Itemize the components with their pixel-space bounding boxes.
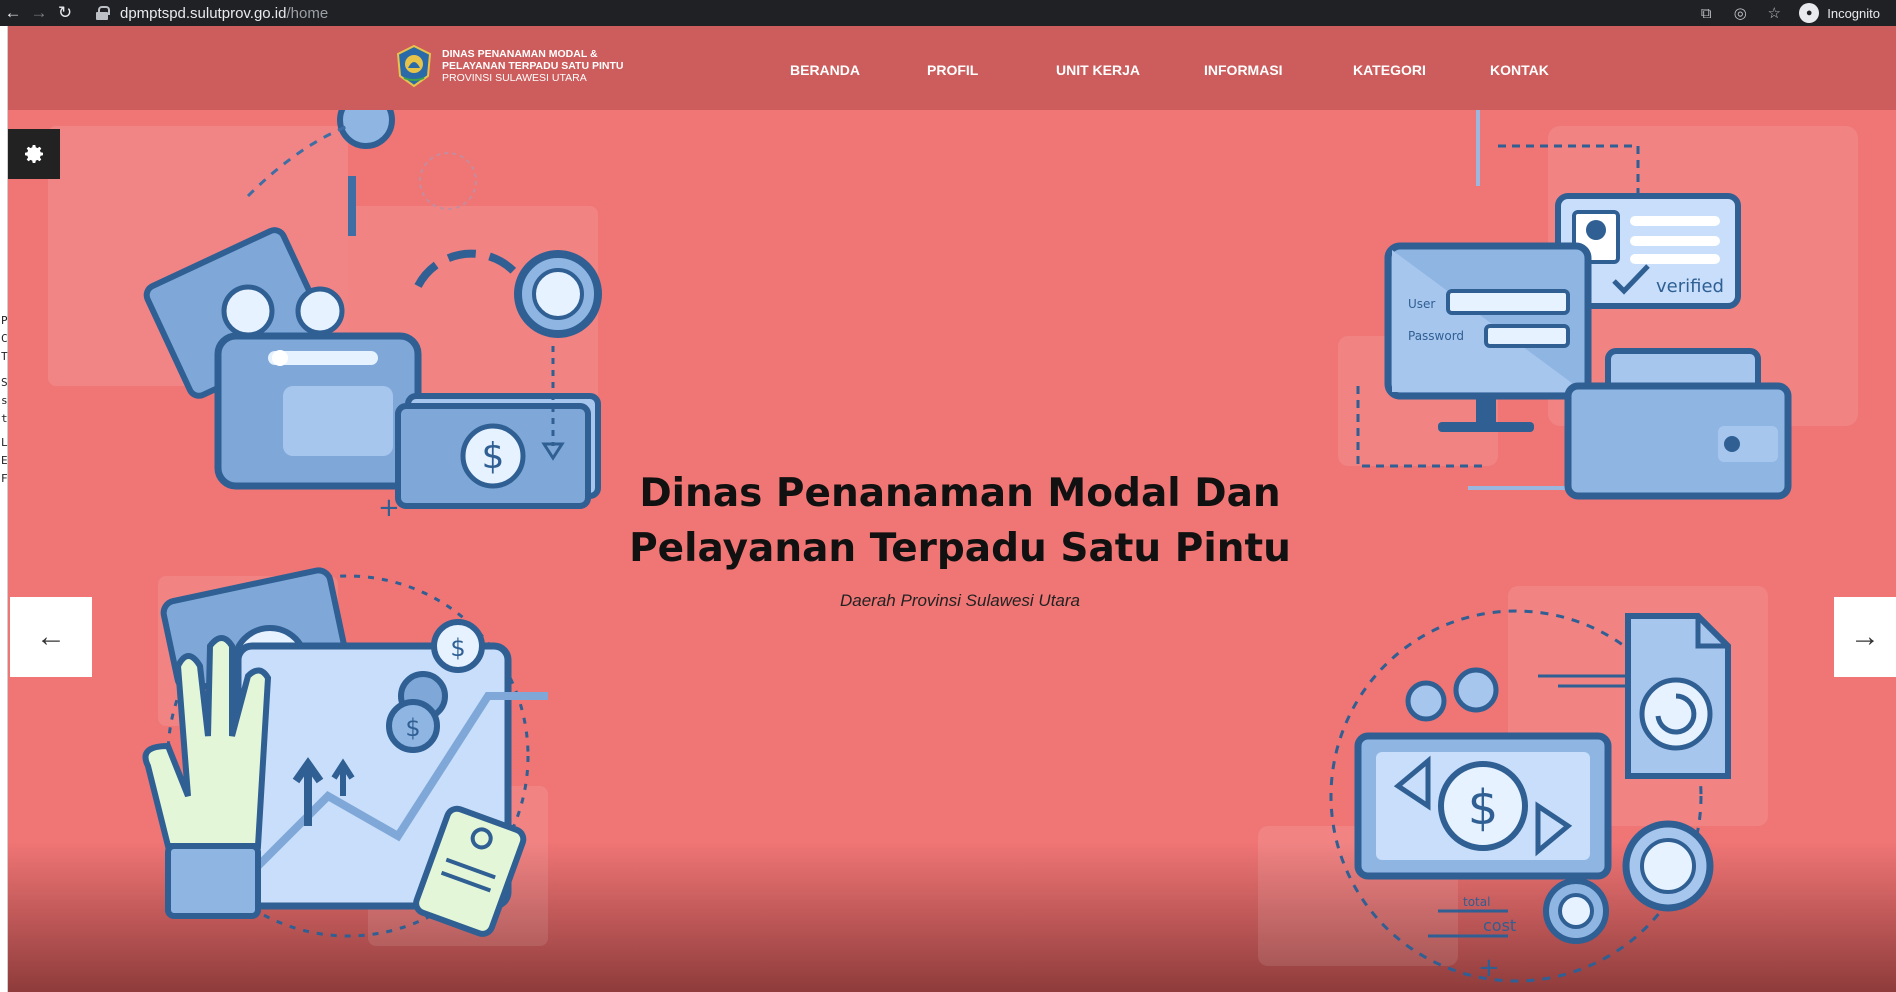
hero-title-line1: Dinas Penanaman Modal Dan bbox=[639, 471, 1281, 516]
forward-icon[interactable]: → bbox=[26, 0, 52, 26]
site-header: DINAS PENANAMAN MODAL & PELAYANAN TERPAD… bbox=[8, 26, 1896, 110]
url-path: /home bbox=[286, 4, 329, 22]
total-text: total bbox=[1463, 895, 1490, 909]
user-label: User bbox=[1408, 297, 1435, 311]
lock-icon bbox=[96, 6, 110, 20]
svg-text:+: + bbox=[1478, 953, 1500, 983]
svg-text:$: $ bbox=[405, 714, 420, 742]
cost-coins-illustration: $ total cost + bbox=[1258, 586, 1768, 983]
nav-kontak[interactable]: KONTAK bbox=[1490, 62, 1549, 78]
eye-off-icon[interactable]: ◎ bbox=[1731, 4, 1749, 22]
password-label: Password bbox=[1408, 329, 1464, 343]
back-icon[interactable]: ← bbox=[0, 0, 26, 26]
verified-text: verified bbox=[1656, 276, 1724, 297]
incognito-icon: ● bbox=[1799, 3, 1820, 23]
province-emblem-icon bbox=[396, 44, 432, 88]
brand-line2: PELAYANAN TERPADU SATU PINTU bbox=[442, 60, 624, 72]
svg-text:$: $ bbox=[450, 634, 465, 662]
brand-line3: PROVINSI SULAWESI UTARA bbox=[442, 72, 587, 84]
translate-icon[interactable]: ⧉ bbox=[1697, 5, 1715, 22]
slider-next-button[interactable]: → bbox=[1834, 597, 1896, 677]
incognito-label: Incognito bbox=[1827, 5, 1880, 21]
reload-icon[interactable]: ↻ bbox=[52, 0, 78, 26]
brand[interactable]: DINAS PENANAMAN MODAL & PELAYANAN TERPAD… bbox=[394, 44, 623, 88]
nav-informasi[interactable]: INFORMASI bbox=[1204, 62, 1283, 78]
hero-page: DINAS PENANAMAN MODAL & PELAYANAN TERPAD… bbox=[8, 26, 1896, 992]
brand-line1: DINAS PENANAMAN MODAL & bbox=[442, 48, 598, 60]
cost-text: cost bbox=[1483, 916, 1516, 935]
background-page-edge: P C T S s t L E F bbox=[0, 26, 8, 992]
nav-beranda[interactable]: BERANDA bbox=[790, 62, 860, 78]
nav-kategori[interactable]: KATEGORI bbox=[1353, 62, 1426, 78]
settings-button[interactable] bbox=[8, 129, 60, 179]
slider-prev-button[interactable]: ← bbox=[10, 597, 92, 677]
hero-title: Dinas Penanaman Modal Dan Pelayanan Terp… bbox=[8, 466, 1896, 576]
incognito-indicator[interactable]: ● Incognito bbox=[1799, 3, 1880, 23]
money-wallet-illustration: $ + bbox=[48, 91, 602, 523]
browser-toolbar: ← → ↻ dpmptspd.sulutprov.go.id/home ⧉ ◎ … bbox=[0, 0, 1896, 26]
url-host: dpmptspd.sulutprov.go.id bbox=[120, 4, 287, 22]
arrow-left-icon: ← bbox=[36, 620, 66, 653]
hero-subtitle: Daerah Provinsi Sulawesi Utara bbox=[840, 591, 1080, 610]
login-verified-illustration: verified User Password bbox=[1338, 106, 1858, 500]
gear-icon bbox=[25, 145, 43, 163]
address-bar[interactable]: dpmptspd.sulutprov.go.id/home bbox=[96, 0, 328, 26]
star-icon[interactable]: ☆ bbox=[1765, 4, 1783, 22]
arrow-right-icon: → bbox=[1850, 620, 1880, 653]
svg-text:$: $ bbox=[1468, 780, 1499, 836]
nav-unit-kerja[interactable]: UNIT KERJA bbox=[1056, 62, 1140, 78]
nav-profil[interactable]: PROFIL bbox=[927, 62, 978, 78]
hero-title-line2: Pelayanan Terpadu Satu Pintu bbox=[629, 526, 1291, 571]
